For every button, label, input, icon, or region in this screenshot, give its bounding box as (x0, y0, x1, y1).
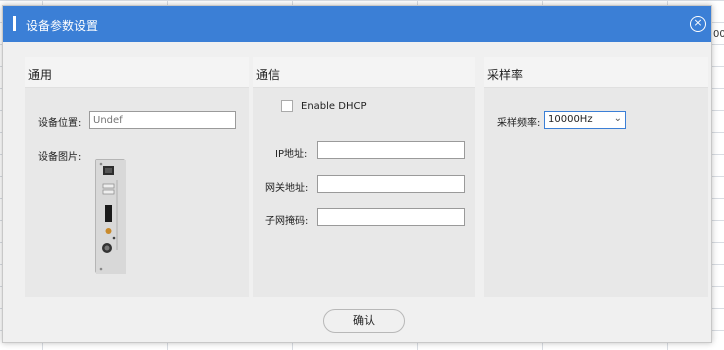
device-module-icon (96, 160, 126, 274)
dhcp-checkbox[interactable] (281, 100, 293, 112)
gateway-input[interactable] (317, 175, 465, 193)
general-panel-header: 通用 (25, 57, 249, 88)
background-text-fragment: 000 (713, 29, 724, 40)
confirm-button[interactable]: 确认 (323, 309, 405, 333)
sampling-frequency-value: 10000Hz (548, 114, 593, 125)
close-button[interactable]: × (690, 16, 706, 32)
chevron-down-icon: ⌄ (613, 113, 622, 124)
dialog-titlebar: 设备参数设置 × (3, 6, 711, 42)
subnet-mask-label: 子网掩码: (265, 216, 309, 227)
sampling-frequency-select[interactable]: 10000Hz ⌄ (544, 111, 626, 129)
device-image-label: 设备图片: (38, 152, 82, 163)
sampling-panel-title: 采样率 (487, 68, 524, 82)
sampling-panel-header: 采样率 (484, 57, 708, 88)
close-icon: × (693, 16, 703, 29)
ip-address-label: IP地址: (275, 149, 308, 160)
device-settings-dialog: 设备参数设置 × 通用 设备位置: 设备图片: (2, 5, 712, 343)
comm-panel-header: 通信 (253, 57, 475, 88)
dialog-title: 设备参数设置 (26, 19, 99, 33)
gateway-label: 网关地址: (265, 183, 309, 194)
sampling-frequency-label: 采样频率: (497, 118, 541, 129)
comm-panel-title: 通信 (256, 68, 281, 82)
title-accent-bar (13, 16, 16, 31)
dhcp-label: Enable DHCP (301, 101, 367, 112)
general-panel: 通用 设备位置: 设备图片: (25, 57, 249, 297)
ip-address-input[interactable] (317, 141, 465, 159)
sampling-panel: 采样率 采样频率: 10000Hz ⌄ (484, 57, 708, 297)
comm-panel: 通信 Enable DHCP IP地址: 网关地址: 子网掩码: (253, 57, 475, 297)
device-location-input[interactable] (89, 111, 236, 129)
subnet-mask-input[interactable] (317, 208, 465, 226)
device-location-label: 设备位置: (38, 118, 82, 129)
general-panel-title: 通用 (28, 68, 53, 82)
device-image (95, 159, 126, 274)
